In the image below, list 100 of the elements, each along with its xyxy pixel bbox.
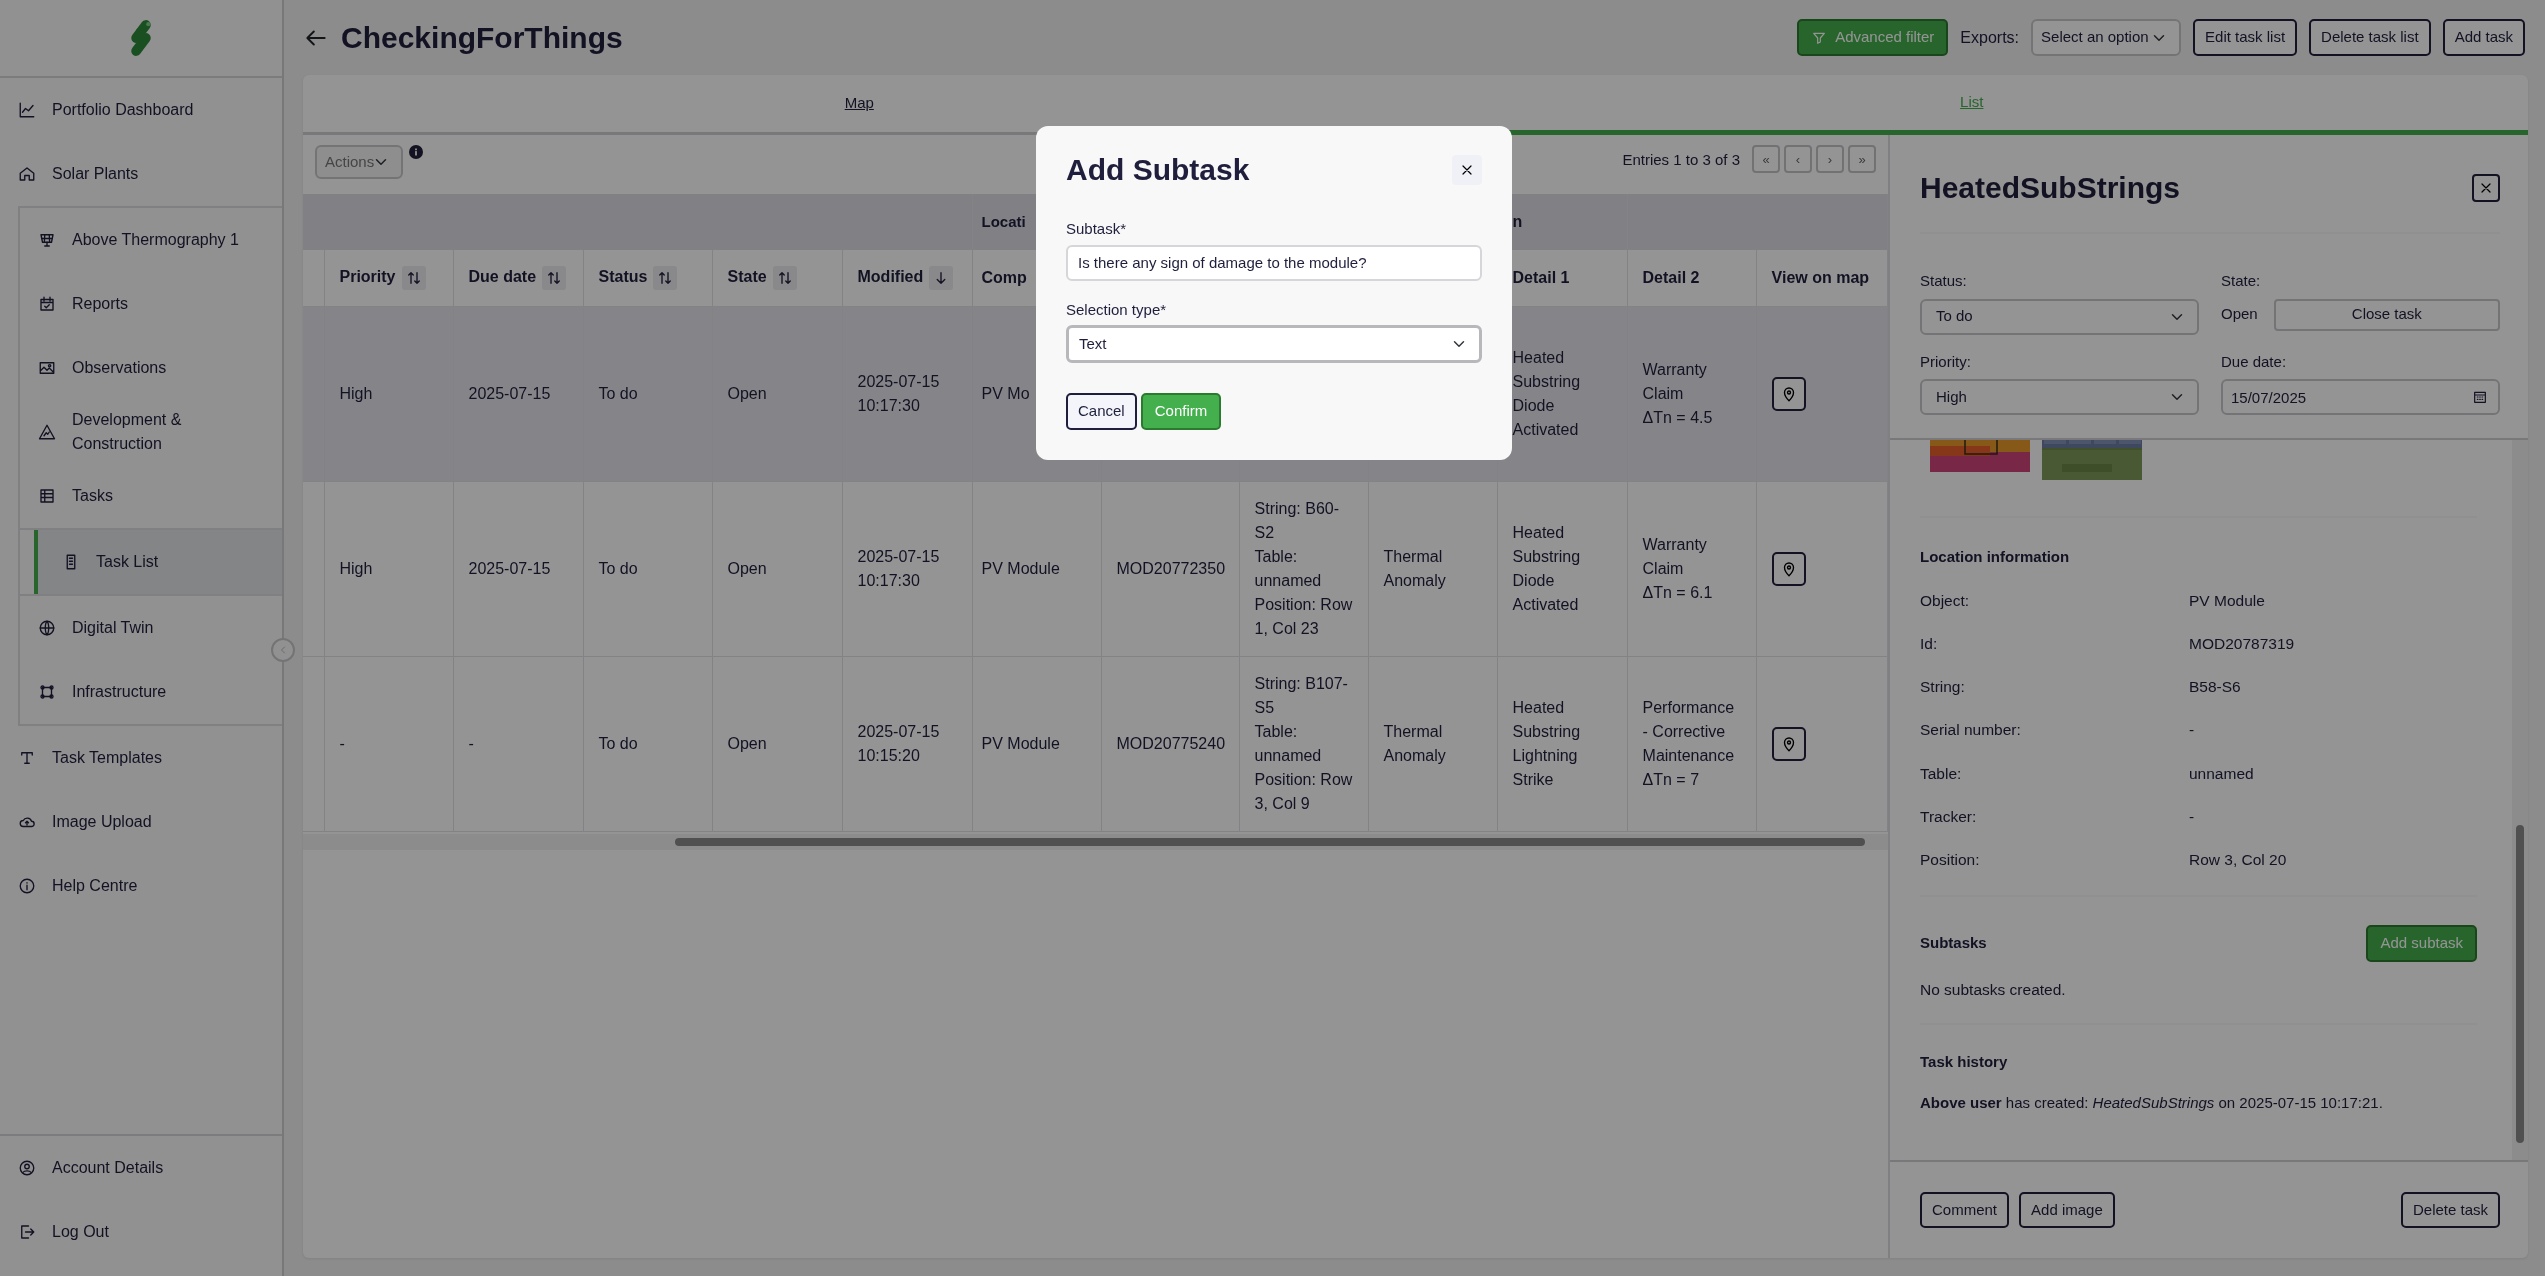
date-field[interactable]: 15/07/2025 — [2221, 379, 2500, 415]
selection-type-select[interactable]: Text — [1066, 325, 1482, 363]
warning-triangle-icon — [38, 423, 56, 441]
sidebar-item[interactable]: Help Centre — [0, 854, 282, 918]
actions-select[interactable]: Actions — [315, 145, 403, 179]
info-value: B58-S6 — [2189, 677, 2242, 697]
table-icon — [38, 487, 56, 505]
info-label: String: — [1920, 677, 1966, 697]
info-label: Position: — [1920, 850, 1981, 870]
toolbar-button[interactable]: Delete task list — [2309, 19, 2431, 56]
table-cell: Thermal Anomaly — [1368, 481, 1498, 656]
sidebar-item[interactable]: Above Thermography 1 — [20, 208, 282, 272]
info-value: unnamed — [2189, 763, 2255, 784]
sidebar-item[interactable]: Image Upload — [0, 790, 282, 854]
table-cell: Heated Substring Diode Activated — [1497, 481, 1628, 656]
table-cell: Open — [712, 306, 842, 481]
table-cell: High — [324, 306, 453, 481]
footer-button[interactable]: Add image — [2019, 1191, 2115, 1229]
sidebar-item[interactable]: Log Out — [0, 1200, 282, 1264]
info-icon — [409, 145, 423, 159]
info-label: Table: — [1920, 763, 1963, 784]
calendar-icon — [2472, 389, 2488, 405]
table-cell: To do — [583, 481, 712, 656]
info-label: Tracker: — [1920, 806, 1978, 827]
sidebar-item[interactable]: Tasks — [20, 464, 282, 528]
close-task-button[interactable]: Close task — [2273, 298, 2500, 331]
sidebar-item[interactable]: Solar Plants — [0, 142, 282, 206]
column-header[interactable]: Status — [583, 250, 712, 306]
field-label: Priority: — [1920, 351, 1972, 372]
table-cell: - — [453, 656, 583, 831]
text-icon — [18, 749, 36, 767]
solar-panel-icon — [38, 231, 56, 249]
info-value: Row 3, Col 20 — [2189, 850, 2288, 870]
table-cell: Open — [712, 481, 842, 656]
info-label: Serial number: — [1920, 720, 2022, 741]
column-header[interactable]: Modified — [842, 250, 973, 306]
table-cell: - — [324, 656, 453, 831]
house-icon — [18, 165, 36, 183]
close-button[interactable] — [2472, 174, 2500, 202]
table-cell: MOD20775240 — [1101, 656, 1240, 831]
pagination-button[interactable]: ‹ — [1784, 145, 1812, 173]
scrollbar[interactable] — [303, 833, 1888, 850]
table-cell: String: B60-S2 Table: unnamed Position: Row 1, Col 23 — [1239, 481, 1369, 656]
sidebar-item[interactable]: Reports — [20, 272, 282, 336]
column-header[interactable]: Priority — [324, 250, 453, 306]
sidebar-item[interactable]: Infrastructure — [20, 660, 282, 724]
info-icon — [18, 877, 36, 895]
status-select[interactable]: To do — [1920, 298, 2199, 335]
calendar-icon — [38, 295, 56, 313]
cancel-button[interactable]: Cancel — [1066, 393, 1137, 430]
sidebar-item[interactable]: Task List — [34, 530, 282, 594]
entries-count: Entries 1 to 3 of 3 — [1622, 150, 1740, 170]
chart-icon — [18, 101, 36, 119]
view-on-map-button[interactable] — [1771, 376, 1806, 411]
sidebar-item[interactable]: Account Details — [0, 1136, 282, 1200]
table-cell: 2025-07-15 10:15:20 — [842, 656, 973, 831]
sidebar-item[interactable]: Task Templates — [0, 726, 282, 790]
user-icon — [18, 1159, 36, 1177]
sidebar-item[interactable]: Digital Twin — [20, 596, 282, 660]
column-group-header: Locati — [981, 212, 1026, 230]
info-label: Id: — [1920, 633, 1939, 654]
section-title: Task history — [1920, 1052, 2009, 1072]
footer-button[interactable]: Comment — [1920, 1191, 2010, 1229]
table-cell: MOD20772350 — [1101, 481, 1240, 656]
view-on-map-button[interactable] — [1771, 551, 1806, 586]
sidebar-item[interactable]: Development & Construction — [20, 400, 282, 464]
table-cell: Performance - Corrective Maintenance ΔTn = 7 — [1627, 656, 1757, 831]
field-label: State: — [2221, 271, 2262, 291]
subtask-input[interactable]: Is there any sign of damage to the module? — [1066, 244, 1482, 281]
scrollbar[interactable] — [2512, 440, 2528, 1160]
history-entry: Above user has created: HeatedSubStrings on 2025-07-15 10:17:21. — [1920, 1092, 2384, 1113]
sidebar-item[interactable]: Portfolio Dashboard — [0, 78, 282, 142]
info-value: PV Module — [2189, 590, 2266, 611]
pagination-button[interactable]: › — [1816, 145, 1844, 173]
column-header[interactable]: State — [712, 250, 842, 306]
table-cell: 2025-07-15 10:17:30 — [842, 481, 973, 656]
toolbar-button[interactable]: Edit task list — [2193, 19, 2298, 56]
table-cell: PV Module — [972, 656, 1102, 831]
toolbar-button[interactable]: Add task — [2442, 19, 2525, 56]
view-on-map-button[interactable] — [1771, 726, 1806, 761]
delete-task-button[interactable]: Delete task — [2400, 1191, 2500, 1229]
table-cell: 2025-07-15 — [453, 481, 583, 656]
column-header[interactable]: Due date — [453, 250, 583, 306]
info-label: Object: — [1920, 590, 1971, 611]
dialog-title: Add Subtask — [1066, 152, 1250, 188]
pagination-button[interactable]: » — [1848, 145, 1876, 173]
table-row[interactable]: High 2025-07-15 To do Open 2025-07-15 10:17:30 PV Module MOD20772350 String: B60-S2 Table: unnamed Position: Row 1, Col 23 Thermal Anomaly Heated Substring Diode Activated Warranty Claim ΔTn = 6.1 — [303, 481, 1888, 656]
close-button[interactable] — [1452, 155, 1482, 185]
priority-select[interactable]: High — [1920, 379, 2199, 415]
field-label: Due date: — [2221, 351, 2288, 372]
section-title: Location information — [1920, 547, 2071, 567]
sidebar-item[interactable]: Observations — [20, 336, 282, 400]
exports-select[interactable]: Select an option — [2031, 19, 2182, 56]
column-header: Detail 2 — [1627, 250, 1757, 306]
field-label: Status: — [1920, 271, 1968, 291]
table-cell: Open — [712, 656, 842, 831]
pagination-button[interactable]: « — [1752, 145, 1780, 173]
info-value: - — [2189, 720, 2196, 741]
panel-title: HeatedSubStrings — [1920, 170, 2181, 206]
info-value: - — [2189, 806, 2196, 827]
